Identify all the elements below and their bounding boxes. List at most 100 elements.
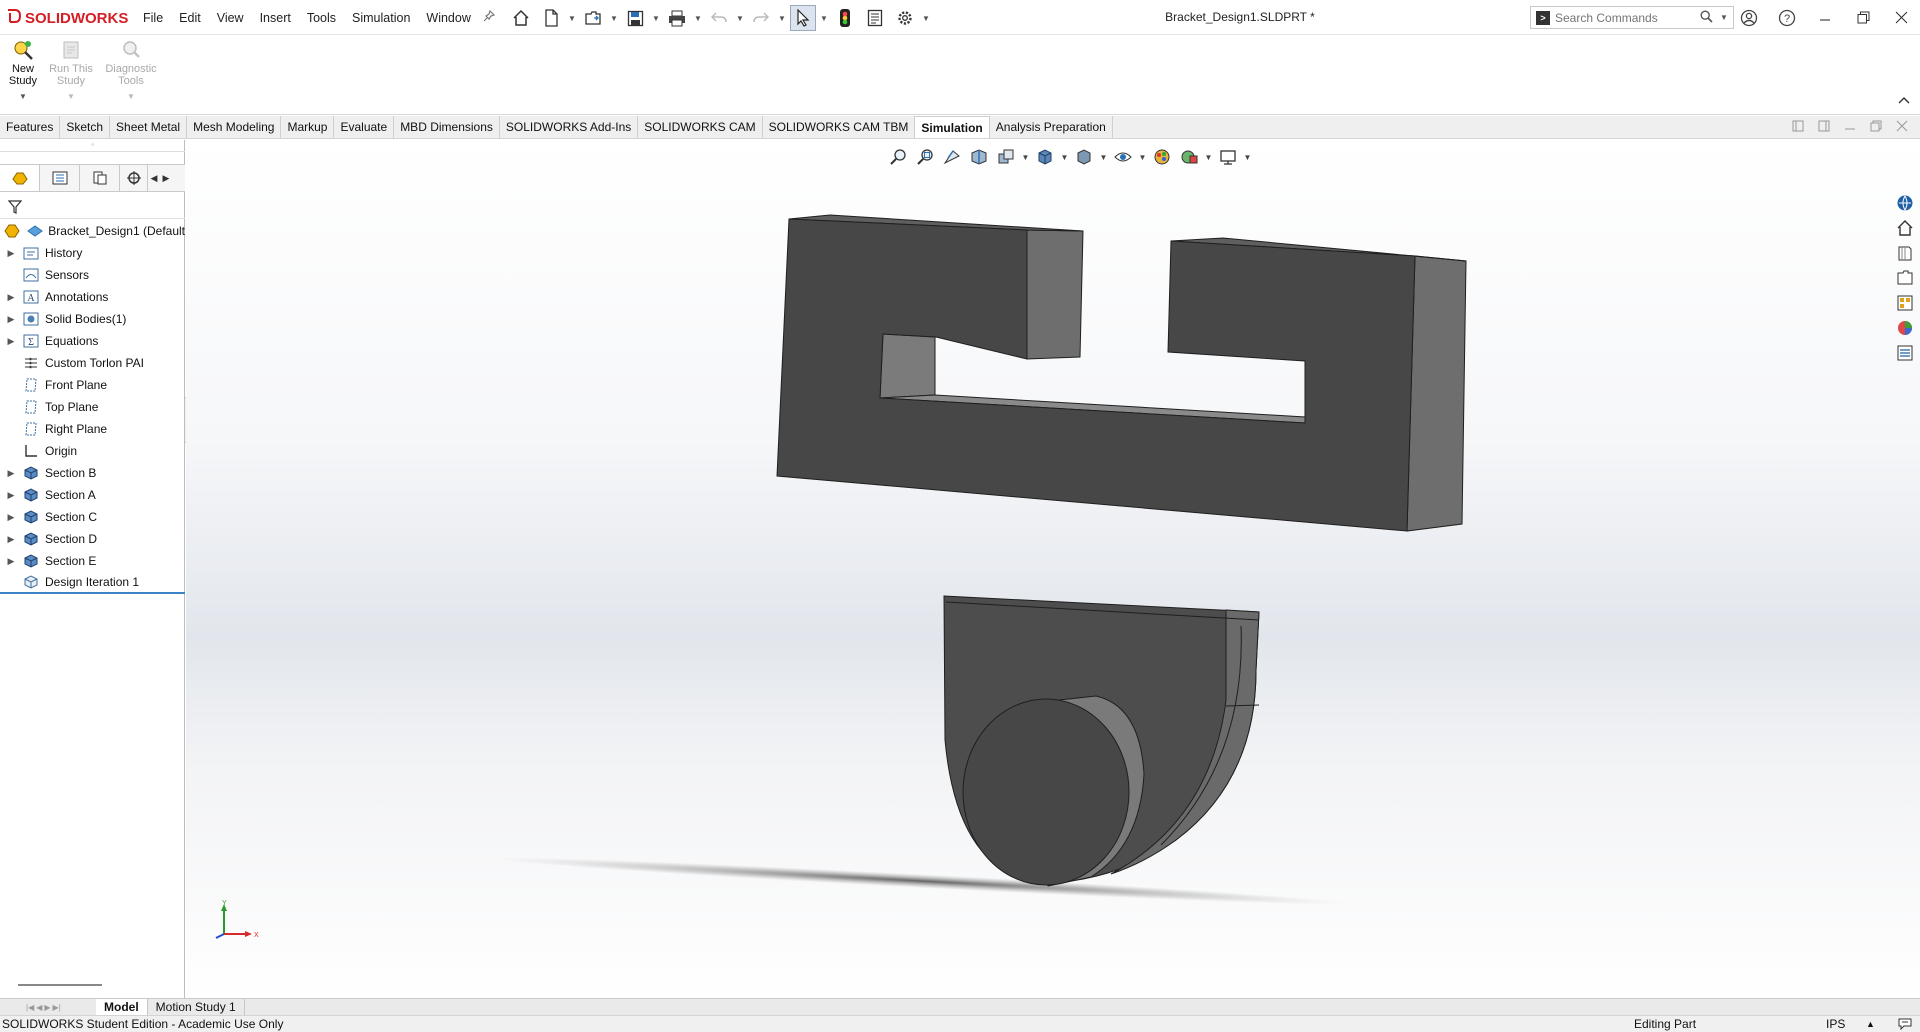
tree-item-top-plane[interactable]: Top Plane xyxy=(0,396,185,418)
tab-model[interactable]: Model xyxy=(96,999,148,1015)
tab-features[interactable]: Features xyxy=(0,116,61,138)
options-gear-icon[interactable] xyxy=(892,5,918,31)
search-dropdown-icon[interactable]: ▼ xyxy=(1720,13,1728,22)
viewport-restore-icon[interactable] xyxy=(1870,120,1882,135)
expand-arrow-icon[interactable]: ▶ xyxy=(0,336,22,347)
help-icon[interactable]: ? xyxy=(1768,0,1806,35)
home-icon[interactable] xyxy=(508,5,534,31)
expand-arrow-icon[interactable]: ▶ xyxy=(0,556,22,567)
view-palette-icon[interactable] xyxy=(1893,292,1917,314)
expand-arrow-icon[interactable]: ▶ xyxy=(0,314,22,325)
print-icon[interactable] xyxy=(664,5,690,31)
last-tab-icon[interactable]: ▶| xyxy=(53,1003,61,1012)
solidworks-logo[interactable]: SOLIDWORKS xyxy=(6,8,128,28)
pin-icon[interactable] xyxy=(483,9,495,25)
undo-icon[interactable] xyxy=(706,5,732,31)
tab-motion-study-1[interactable]: Motion Study 1 xyxy=(148,999,245,1015)
print-dropdown-icon[interactable]: ▼ xyxy=(694,14,702,23)
tree-item-origin[interactable]: Origin xyxy=(0,440,185,462)
prev-tab-icon[interactable]: ◀ xyxy=(36,1003,42,1012)
run-study-button[interactable]: Run This Study ▼ xyxy=(48,39,94,103)
tree-item-sensors[interactable]: Sensors xyxy=(0,264,185,286)
viewport-close-icon[interactable] xyxy=(1896,120,1908,135)
appearances-scenes-icon[interactable] xyxy=(1893,317,1917,339)
tree-item-annotations[interactable]: ▶ A Annotations xyxy=(0,286,185,308)
bracket-part-model[interactable] xyxy=(186,140,1920,998)
viewport-minimize-icon[interactable] xyxy=(1844,120,1856,135)
open-dropdown-icon[interactable]: ▼ xyxy=(610,14,618,23)
redo-icon[interactable] xyxy=(748,5,774,31)
diagnostic-tools-button[interactable]: Diagnostic Tools ▼ xyxy=(102,39,160,103)
filter-icon[interactable] xyxy=(7,200,23,217)
panel-scrollbar[interactable] xyxy=(18,984,102,986)
search-input[interactable] xyxy=(1555,10,1695,25)
first-tab-icon[interactable]: |◀ xyxy=(26,1003,34,1012)
tab-sketch[interactable]: Sketch xyxy=(60,116,111,138)
file-explorer-icon[interactable] xyxy=(1893,267,1917,289)
tabs-scroll-left-icon[interactable]: ◀ xyxy=(148,173,160,184)
home-tab-icon[interactable] xyxy=(1893,217,1917,239)
expand-arrow-icon[interactable]: ▶ xyxy=(0,468,22,479)
save-icon[interactable] xyxy=(622,5,648,31)
tree-item-front-plane[interactable]: Front Plane xyxy=(0,374,185,396)
units-selector[interactable]: IPS xyxy=(1826,1016,1845,1032)
search-icon[interactable] xyxy=(1700,9,1713,26)
search-commands-box[interactable]: > ▼ xyxy=(1530,6,1734,29)
tree-item-right-plane[interactable]: Right Plane xyxy=(0,418,185,440)
viewport-tile-left-icon[interactable] xyxy=(1792,120,1804,135)
expand-arrow-icon[interactable]: ▶ xyxy=(0,490,22,501)
minimize-window-icon[interactable] xyxy=(1806,0,1844,35)
open-folder-icon[interactable] xyxy=(580,5,606,31)
menu-simulation[interactable]: Simulation xyxy=(344,11,418,25)
tab-solidworks-add-ins[interactable]: SOLIDWORKS Add-Ins xyxy=(500,116,639,138)
menu-edit[interactable]: Edit xyxy=(171,11,209,25)
user-account-icon[interactable] xyxy=(1730,0,1768,35)
tab-solidworks-cam-tbm[interactable]: SOLIDWORKS CAM TBM xyxy=(763,116,916,138)
tree-item-history[interactable]: ▶ History xyxy=(0,242,185,264)
new-dropdown-icon[interactable]: ▼ xyxy=(568,14,576,23)
tree-item-section-b[interactable]: ▶ Section B xyxy=(0,462,185,484)
tab-analysis-preparation[interactable]: Analysis Preparation xyxy=(990,116,1113,138)
tab-markup[interactable]: Markup xyxy=(281,116,335,138)
tree-item-section-a[interactable]: ▶ Section A xyxy=(0,484,185,506)
tree-root-part[interactable]: Bracket_Design1 (Default xyxy=(0,220,185,242)
tree-item-custom-torlon-pai[interactable]: Custom Torlon PAI xyxy=(0,352,185,374)
new-study-button[interactable]: New Study ▼ xyxy=(0,39,46,103)
save-dropdown-icon[interactable]: ▼ xyxy=(652,14,660,23)
tab-solidworks-cam[interactable]: SOLIDWORKS CAM xyxy=(638,116,763,138)
panel-drag-handle[interactable]: ◦ xyxy=(0,140,185,152)
tree-item-solid-bodies-1[interactable]: ▶ Solid Bodies(1) xyxy=(0,308,185,330)
rebuild-icon[interactable] xyxy=(832,5,858,31)
diagnostic-dropdown-icon[interactable]: ▼ xyxy=(102,91,160,103)
feature-manager-tab-icon[interactable] xyxy=(0,165,40,191)
new-document-icon[interactable] xyxy=(538,5,564,31)
quick-tips-icon[interactable] xyxy=(1898,1017,1912,1032)
undo-dropdown-icon[interactable]: ▼ xyxy=(736,14,744,23)
property-manager-tab-icon[interactable] xyxy=(40,165,80,191)
menu-view[interactable]: View xyxy=(209,11,252,25)
tabs-scroll-right-icon[interactable]: ▶ xyxy=(160,173,172,184)
tab-simulation[interactable]: Simulation xyxy=(915,116,990,138)
tab-mesh-modeling[interactable]: Mesh Modeling xyxy=(187,116,282,138)
design-library-icon[interactable] xyxy=(1893,242,1917,264)
dimxpert-manager-tab-icon[interactable] xyxy=(120,165,148,191)
tree-item-section-e[interactable]: ▶ Section E xyxy=(0,550,185,572)
tab-sheet-metal[interactable]: Sheet Metal xyxy=(110,116,188,138)
configuration-manager-tab-icon[interactable] xyxy=(80,165,120,191)
menu-insert[interactable]: Insert xyxy=(252,11,299,25)
new-study-dropdown-icon[interactable]: ▼ xyxy=(0,91,46,103)
tree-item-equations[interactable]: ▶ Σ Equations xyxy=(0,330,185,352)
tree-item-design-iteration-1[interactable]: Design Iteration 1 xyxy=(0,572,185,594)
options-dropdown-icon[interactable]: ▼ xyxy=(922,14,930,23)
tab-evaluate[interactable]: Evaluate xyxy=(334,116,395,138)
close-window-icon[interactable] xyxy=(1882,0,1920,35)
menu-window[interactable]: Window xyxy=(418,11,478,25)
units-menu-arrow-icon[interactable]: ▲ xyxy=(1866,1016,1875,1032)
collapse-ribbon-icon[interactable] xyxy=(1898,93,1910,107)
tab-mbd-dimensions[interactable]: MBD Dimensions xyxy=(394,116,500,138)
redo-dropdown-icon[interactable]: ▼ xyxy=(778,14,786,23)
next-tab-icon[interactable]: ▶ xyxy=(44,1003,50,1012)
custom-properties-icon[interactable] xyxy=(1893,342,1917,364)
expand-arrow-icon[interactable]: ▶ xyxy=(0,512,22,523)
menu-tools[interactable]: Tools xyxy=(299,11,344,25)
